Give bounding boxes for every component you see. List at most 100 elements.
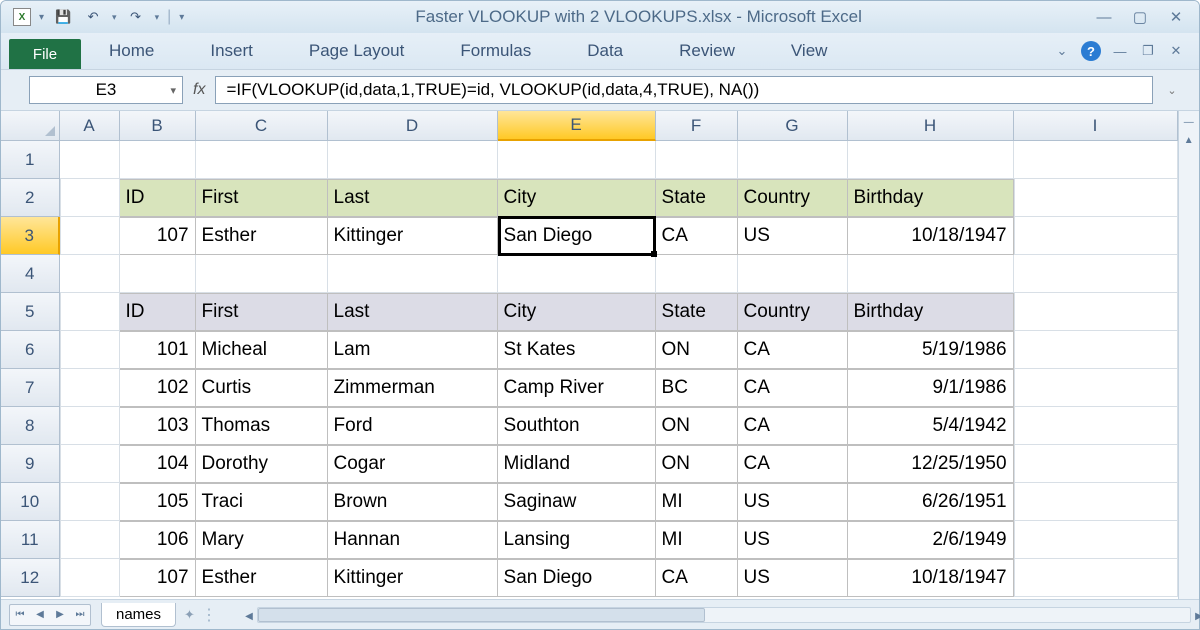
table-header[interactable]: First <box>196 179 328 217</box>
cell[interactable]: Mary <box>196 521 328 559</box>
file-tab[interactable]: File <box>9 39 81 69</box>
cell[interactable]: ON <box>656 445 738 483</box>
save-icon[interactable]: 💾 <box>52 6 74 28</box>
first-sheet-icon[interactable]: ⏮ <box>11 606 29 624</box>
cell[interactable]: Esther <box>196 559 328 597</box>
col-header[interactable]: E <box>498 111 656 141</box>
cell[interactable]: CA <box>738 445 848 483</box>
tab-split-icon[interactable]: ⋮ <box>201 605 217 625</box>
cell[interactable]: Hannan <box>328 521 498 559</box>
name-box[interactable]: E3 <box>29 76 183 104</box>
table-header[interactable]: State <box>656 293 738 331</box>
table-header[interactable]: State <box>656 179 738 217</box>
cell[interactable]: Curtis <box>196 369 328 407</box>
table-header[interactable]: Last <box>328 293 498 331</box>
cell[interactable]: Southton <box>498 407 656 445</box>
cell[interactable]: 107 <box>120 217 196 255</box>
redo-dropdown-icon[interactable]: ▾ <box>155 12 160 23</box>
row-header[interactable]: 8 <box>1 407 60 445</box>
row-header[interactable]: 4 <box>1 255 60 293</box>
cell[interactable]: BC <box>656 369 738 407</box>
cell[interactable]: Zimmerman <box>328 369 498 407</box>
row-header[interactable]: 11 <box>1 521 60 559</box>
close-button[interactable]: ✕ <box>1165 7 1187 27</box>
cell[interactable]: CA <box>738 331 848 369</box>
doc-restore-icon[interactable]: ❐ <box>1139 43 1157 59</box>
row-header[interactable]: 6 <box>1 331 60 369</box>
doc-minimize-icon[interactable]: — <box>1111 43 1129 59</box>
table-header[interactable]: City <box>498 179 656 217</box>
cell[interactable]: Micheal <box>196 331 328 369</box>
cell[interactable]: 2/6/1949 <box>848 521 1014 559</box>
cell[interactable]: Kittinger <box>328 217 498 255</box>
col-header[interactable]: F <box>656 111 738 141</box>
cell[interactable]: Esther <box>196 217 328 255</box>
minimize-button[interactable]: — <box>1093 7 1115 27</box>
col-header[interactable]: A <box>60 111 120 141</box>
row-header[interactable]: 7 <box>1 369 60 407</box>
row-header[interactable]: 12 <box>1 559 60 597</box>
col-header[interactable]: I <box>1014 111 1178 141</box>
undo-dropdown-icon[interactable]: ▾ <box>112 12 117 23</box>
ribbon-minimize-icon[interactable]: ⌄ <box>1053 43 1071 59</box>
formula-bar-expand-icon[interactable]: ⌄ <box>1163 84 1181 97</box>
row-header[interactable]: 1 <box>1 141 60 179</box>
row-header[interactable]: 9 <box>1 445 60 483</box>
tab-insert[interactable]: Insert <box>182 41 281 61</box>
redo-icon[interactable]: ↷ <box>125 6 147 28</box>
sheet-tab[interactable]: names <box>101 603 176 627</box>
cell[interactable]: 107 <box>120 559 196 597</box>
table-header[interactable]: ID <box>120 293 196 331</box>
formula-input[interactable]: =IF(VLOOKUP(id,data,1,TRUE)=id, VLOOKUP(… <box>215 76 1153 104</box>
cell[interactable]: 10/18/1947 <box>848 217 1014 255</box>
table-header[interactable]: Country <box>738 179 848 217</box>
new-sheet-icon[interactable]: ✦ <box>184 607 195 623</box>
tab-view[interactable]: View <box>763 41 856 61</box>
cell[interactable]: 6/26/1951 <box>848 483 1014 521</box>
cells-area[interactable]: A B C D E F G H I ID First Last City Sta… <box>60 111 1178 599</box>
table-header[interactable]: Last <box>328 179 498 217</box>
cell[interactable]: Dorothy <box>196 445 328 483</box>
last-sheet-icon[interactable]: ⏭ <box>71 606 89 624</box>
col-header[interactable]: B <box>120 111 196 141</box>
split-handle-icon[interactable]: — <box>1182 115 1196 129</box>
tab-formulas[interactable]: Formulas <box>432 41 559 61</box>
col-header[interactable]: G <box>738 111 848 141</box>
row-header[interactable]: 2 <box>1 179 60 217</box>
cell[interactable]: 103 <box>120 407 196 445</box>
tab-page-layout[interactable]: Page Layout <box>281 41 432 61</box>
cell[interactable]: 10/18/1947 <box>848 559 1014 597</box>
cell[interactable]: 5/19/1986 <box>848 331 1014 369</box>
scroll-up-icon[interactable]: ▲ <box>1182 133 1196 147</box>
cell[interactable]: MI <box>656 483 738 521</box>
cell[interactable]: ON <box>656 407 738 445</box>
cell[interactable]: 5/4/1942 <box>848 407 1014 445</box>
scroll-right-icon[interactable]: ▶ <box>1190 608 1200 626</box>
next-sheet-icon[interactable]: ▶ <box>51 606 69 624</box>
cell[interactable]: CA <box>738 407 848 445</box>
cell[interactable]: 12/25/1950 <box>848 445 1014 483</box>
cell[interactable]: Cogar <box>328 445 498 483</box>
cell[interactable]: 105 <box>120 483 196 521</box>
vertical-scrollbar[interactable]: — ▲ <box>1178 111 1199 599</box>
cell[interactable]: MI <box>656 521 738 559</box>
cell[interactable]: Camp River <box>498 369 656 407</box>
prev-sheet-icon[interactable]: ◀ <box>31 606 49 624</box>
cell[interactable]: Traci <box>196 483 328 521</box>
table-header[interactable]: Country <box>738 293 848 331</box>
qat-dropdown-icon[interactable]: ▾ <box>39 12 44 23</box>
col-header[interactable]: H <box>848 111 1014 141</box>
table-header[interactable]: First <box>196 293 328 331</box>
cell[interactable]: Saginaw <box>498 483 656 521</box>
cell[interactable]: Ford <box>328 407 498 445</box>
cell[interactable]: Midland <box>498 445 656 483</box>
col-header[interactable]: D <box>328 111 498 141</box>
hscroll-thumb[interactable] <box>258 608 705 622</box>
table-header[interactable]: City <box>498 293 656 331</box>
cell[interactable]: US <box>738 217 848 255</box>
tab-home[interactable]: Home <box>81 41 182 61</box>
doc-close-icon[interactable]: ✕ <box>1167 43 1185 59</box>
undo-icon[interactable]: ↶ <box>82 6 104 28</box>
cell[interactable]: Thomas <box>196 407 328 445</box>
tab-data[interactable]: Data <box>559 41 651 61</box>
